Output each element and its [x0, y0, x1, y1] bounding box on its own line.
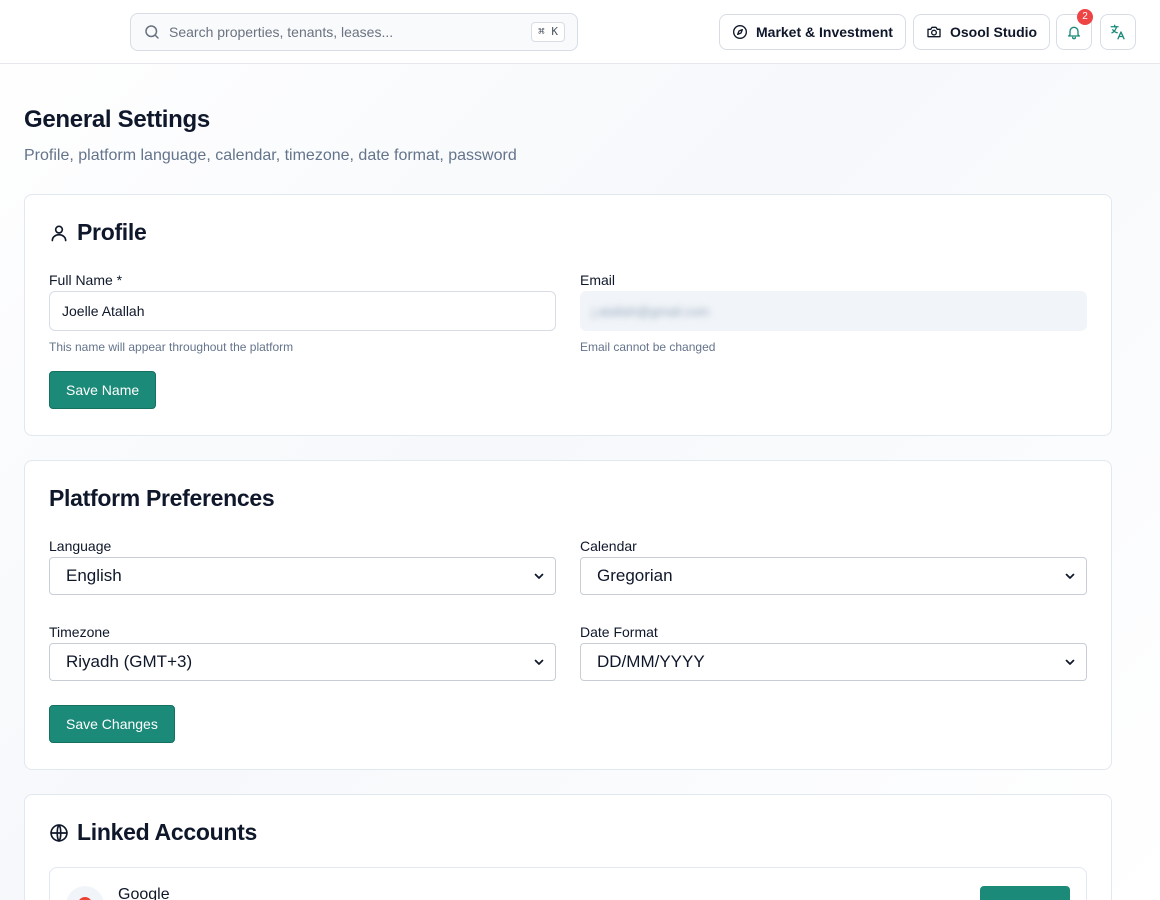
- chevron-down-icon: [1064, 656, 1076, 668]
- save-changes-button[interactable]: Save Changes: [49, 705, 175, 743]
- page-subtitle: Profile, platform language, calendar, ti…: [24, 147, 517, 164]
- profile-title: Profile: [77, 219, 147, 245]
- email-value: j.atallah@gmail.com: [592, 303, 710, 319]
- date-format-label: Date Format: [580, 624, 658, 640]
- linked-accounts-card: Linked Accounts Google: [24, 794, 1112, 900]
- globe-icon: [49, 823, 69, 843]
- timezone-label: Timezone: [49, 624, 110, 640]
- profile-card: Profile Full Name * Joelle Atallah This …: [24, 194, 1112, 436]
- timezone-select[interactable]: Riyadh (GMT+3): [49, 643, 556, 681]
- full-name-label: Full Name *: [49, 272, 123, 288]
- global-search[interactable]: ⌘ K: [130, 13, 578, 51]
- linked-accounts-heading: Linked Accounts: [49, 819, 257, 846]
- language-selected-value: English: [66, 566, 122, 585]
- chevron-down-icon: [533, 570, 545, 582]
- linked-accounts-title: Linked Accounts: [77, 819, 257, 845]
- profile-heading: Profile: [49, 219, 147, 246]
- platform-preferences-card: Platform Preferences Language English Ca…: [24, 460, 1112, 770]
- chevron-down-icon: [1064, 570, 1076, 582]
- full-name-field[interactable]: Joelle Atallah: [49, 291, 556, 331]
- market-investment-label: Market & Investment: [756, 24, 893, 40]
- full-name-helper: This name will appear throughout the pla…: [49, 340, 294, 354]
- date-format-select[interactable]: DD/MM/YYYY: [580, 643, 1087, 681]
- calendar-select[interactable]: Gregorian: [580, 557, 1087, 595]
- date-format-selected-value: DD/MM/YYYY: [597, 652, 705, 671]
- language-select[interactable]: English: [49, 557, 556, 595]
- platform-preferences-title: Platform Preferences: [49, 485, 275, 511]
- chevron-down-icon: [533, 656, 545, 668]
- language-toggle-button[interactable]: [1100, 14, 1136, 50]
- translate-icon: [1109, 23, 1127, 41]
- osool-studio-label: Osool Studio: [950, 24, 1038, 40]
- email-helper: Email cannot be changed: [580, 340, 716, 354]
- page-title: General Settings: [24, 106, 210, 133]
- search-shortcut-hint: ⌘ K: [531, 22, 565, 42]
- notifications-button[interactable]: 2: [1056, 9, 1093, 50]
- email-label: Email: [580, 272, 616, 288]
- notification-count-badge: 2: [1077, 9, 1093, 25]
- top-bar: ⌘ K Market & Investment Osool Studio 2: [0, 0, 1160, 64]
- user-icon: [49, 223, 69, 243]
- linked-account-name: Google: [118, 886, 170, 900]
- calendar-selected-value: Gregorian: [597, 566, 673, 585]
- linked-account-row: Google: [49, 867, 1087, 900]
- email-field: j.atallah@gmail.com: [580, 291, 1087, 331]
- calendar-label: Calendar: [580, 538, 637, 554]
- search-icon: [143, 23, 161, 41]
- camera-icon: [926, 24, 942, 40]
- market-investment-button[interactable]: Market & Investment: [719, 14, 906, 50]
- language-label: Language: [49, 538, 112, 554]
- save-name-button[interactable]: Save Name: [49, 371, 157, 409]
- link-account-button[interactable]: [980, 886, 1070, 900]
- search-input[interactable]: [169, 24, 532, 40]
- osool-studio-button[interactable]: Osool Studio: [913, 14, 1051, 50]
- google-icon: [66, 886, 104, 900]
- timezone-selected-value: Riyadh (GMT+3): [66, 652, 193, 671]
- bell-icon: [1066, 24, 1082, 40]
- compass-icon: [732, 24, 748, 40]
